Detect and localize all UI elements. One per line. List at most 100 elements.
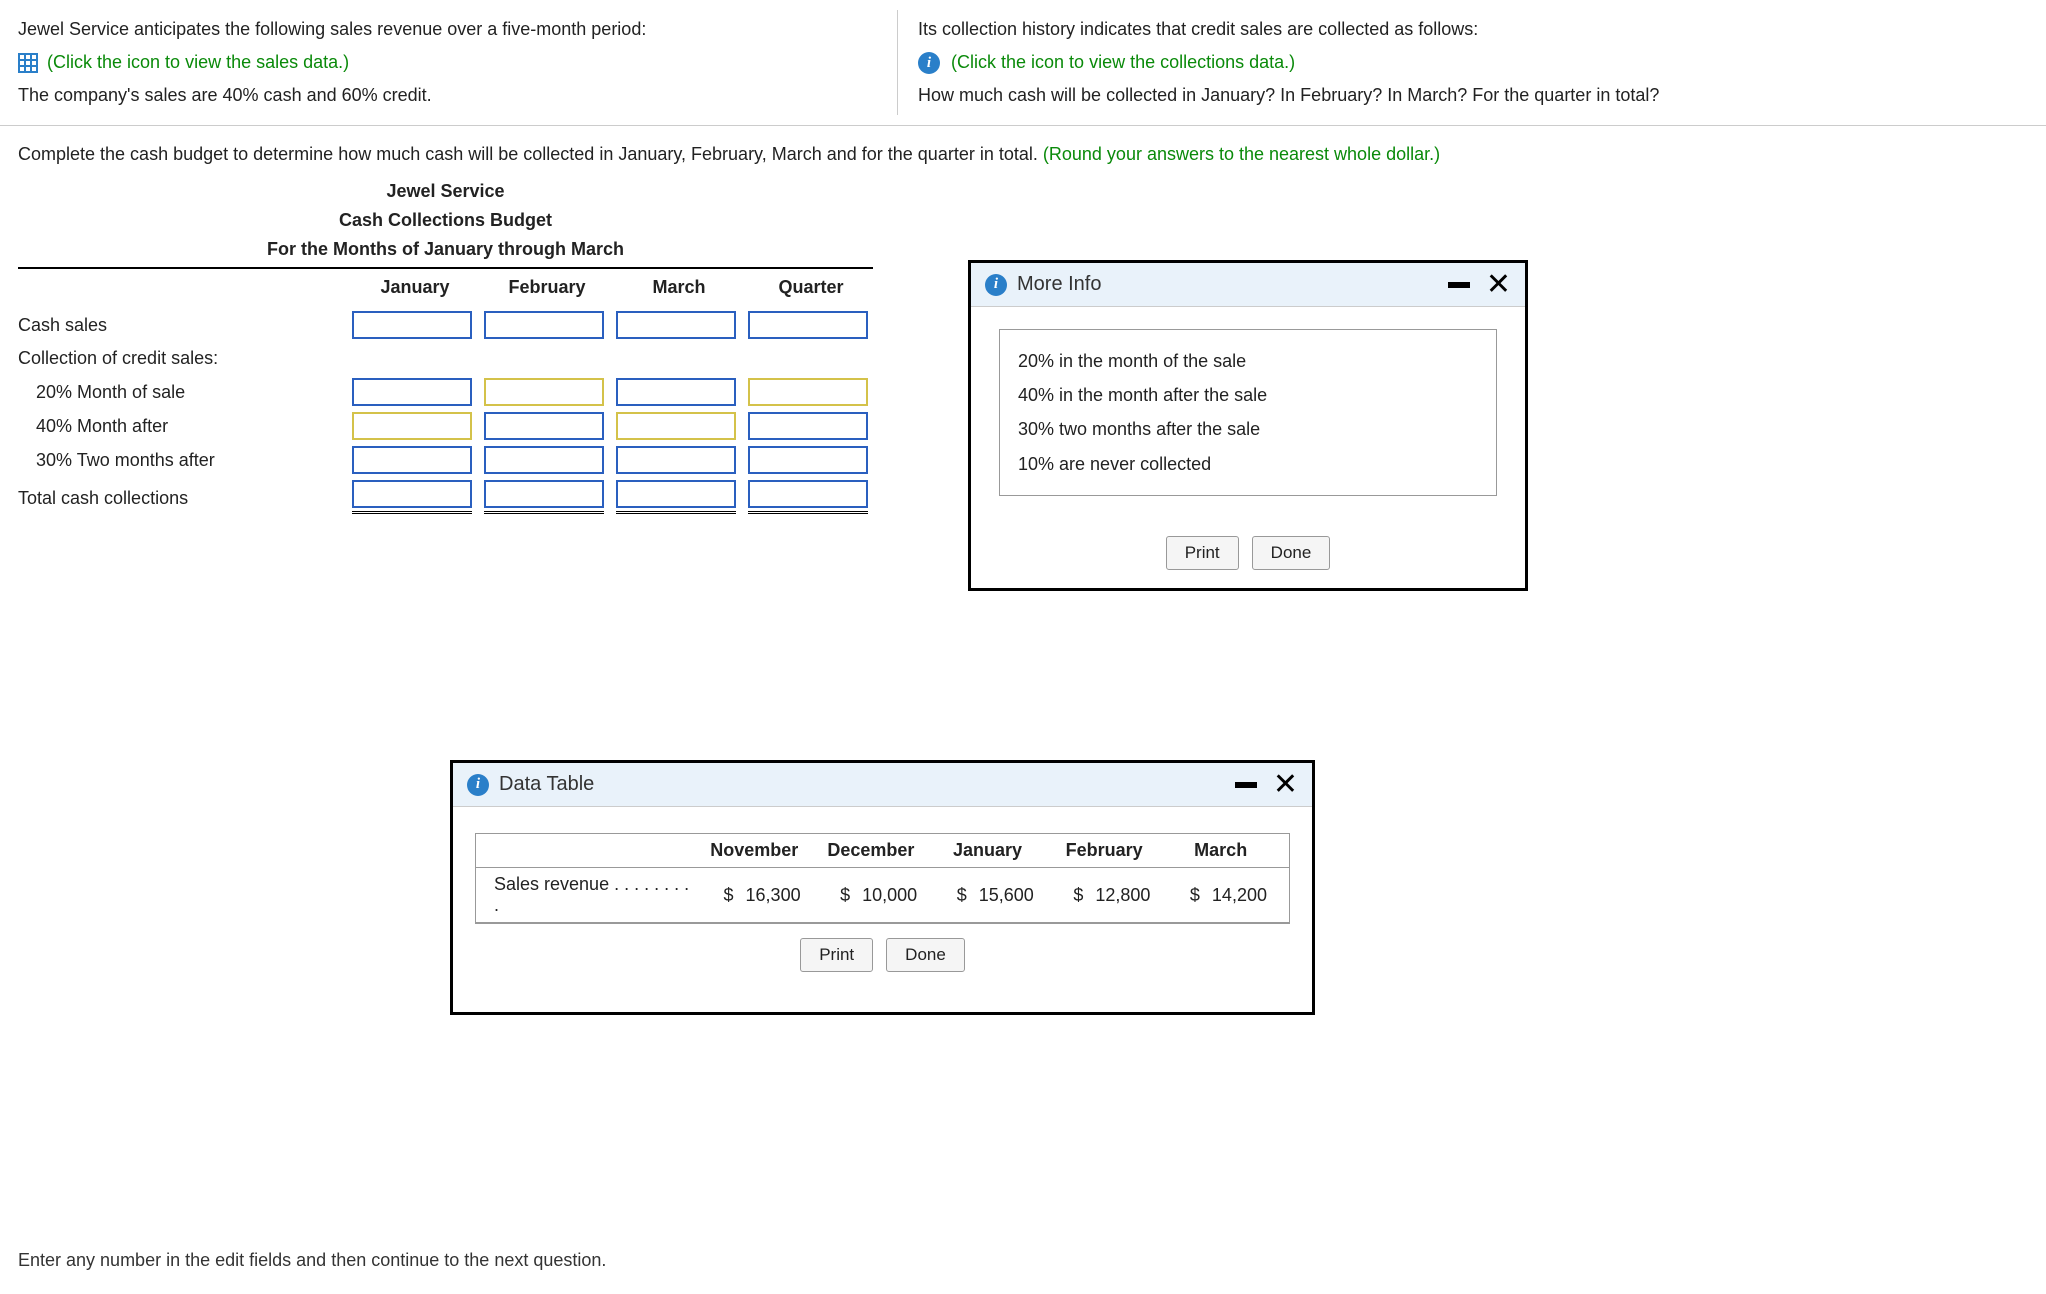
data-table-header: i Data Table ✕ <box>453 763 1312 807</box>
close-icon[interactable]: ✕ <box>1486 274 1511 296</box>
currency-symbol: $ <box>840 885 850 906</box>
rule-line-3: 30% two months after the sale <box>1018 412 1478 446</box>
instruction-hint: (Round your answers to the nearest whole… <box>1043 144 1440 164</box>
more-info-buttons: Print Done <box>971 536 1525 588</box>
anticipates-text: Jewel Service anticipates the following … <box>18 16 877 43</box>
data-table-title: Data Table <box>499 773 594 796</box>
label-30-month: 30% Two months after <box>18 444 348 477</box>
r30-feb-input[interactable] <box>484 446 604 474</box>
r20-qtr-input[interactable] <box>748 378 868 406</box>
print-button[interactable]: Print <box>800 938 873 972</box>
col-march: March <box>614 269 744 308</box>
r20-mar-input[interactable] <box>616 378 736 406</box>
col-december: December <box>813 840 930 861</box>
budget-title-period: For the Months of January through March <box>18 235 873 270</box>
budget-column-headers: January February March Quarter <box>18 269 873 308</box>
total-feb-input[interactable] <box>486 482 602 506</box>
rule-line-1: 20% in the month of the sale <box>1018 344 1478 378</box>
val-nov: 16,300 <box>746 885 801 906</box>
currency-symbol: $ <box>957 885 967 906</box>
more-info-body: 20% in the month of the sale 40% in the … <box>971 307 1525 536</box>
row-30-two-months-after: 30% Two months after <box>18 443 873 477</box>
r40-mar-input[interactable] <box>616 412 736 440</box>
print-button[interactable]: Print <box>1166 536 1239 570</box>
more-info-header: i More Info ✕ <box>971 263 1525 307</box>
budget-title-name: Cash Collections Budget <box>18 206 873 235</box>
data-table-popup: i Data Table ✕ November December January… <box>450 760 1315 1015</box>
cash-sales-feb-input[interactable] <box>484 311 604 339</box>
row-cash-sales: Cash sales <box>18 308 873 342</box>
problem-left-column: Jewel Service anticipates the following … <box>18 10 898 115</box>
val-dec: 10,000 <box>862 885 917 906</box>
cash-collections-budget: Jewel Service Cash Collections Budget Fo… <box>18 177 873 520</box>
question-text: How much cash will be collected in Janua… <box>918 82 2028 109</box>
r30-mar-input[interactable] <box>616 446 736 474</box>
close-icon[interactable]: ✕ <box>1273 774 1298 796</box>
footer-instruction: Enter any number in the edit fields and … <box>18 1250 606 1271</box>
instruction-main: Complete the cash budget to determine ho… <box>18 144 1038 164</box>
total-jan-input[interactable] <box>354 482 470 506</box>
table-row: Sales revenue . . . . . . . . . $16,300 … <box>476 868 1289 923</box>
label-20-month: 20% Month of sale <box>18 376 348 409</box>
label-total: Total cash collections <box>18 482 348 515</box>
collections-rules-box: 20% in the month of the sale 40% in the … <box>999 329 1497 496</box>
row-credit-header: Collection of credit sales: <box>18 342 873 375</box>
rule-line-2: 40% in the month after the sale <box>1018 378 1478 412</box>
table-header-row: November December January February March <box>476 834 1289 868</box>
row-20-month-of-sale: 20% Month of sale <box>18 375 873 409</box>
label-credit-header: Collection of credit sales: <box>18 342 348 375</box>
label-cash-sales: Cash sales <box>18 309 348 342</box>
col-february: February <box>1046 840 1163 861</box>
col-january: January <box>929 840 1046 861</box>
cash-sales-mar-input[interactable] <box>616 311 736 339</box>
info-icon: i <box>467 774 489 796</box>
r40-feb-input[interactable] <box>484 412 604 440</box>
view-sales-data-link[interactable]: (Click the icon to view the sales data.) <box>47 52 349 72</box>
row-total: Total cash collections <box>18 477 873 520</box>
info-icon[interactable]: i <box>918 52 940 74</box>
r20-feb-input[interactable] <box>484 378 604 406</box>
collection-history-text: Its collection history indicates that cr… <box>918 16 2028 43</box>
problem-header: Jewel Service anticipates the following … <box>0 0 2046 126</box>
r30-jan-input[interactable] <box>352 446 472 474</box>
grid-icon[interactable] <box>18 53 38 73</box>
val-feb: 12,800 <box>1095 885 1150 906</box>
cash-sales-jan-input[interactable] <box>352 311 472 339</box>
sales-revenue-table: November December January February March… <box>475 833 1290 924</box>
currency-symbol: $ <box>724 885 734 906</box>
total-qtr-input[interactable] <box>750 482 866 506</box>
col-quarter: Quarter <box>746 269 876 308</box>
more-info-title: More Info <box>1017 273 1101 296</box>
minimize-icon[interactable] <box>1235 782 1257 788</box>
row-40-month-after: 40% Month after <box>18 409 873 443</box>
budget-title: Jewel Service Cash Collections Budget Fo… <box>18 177 873 269</box>
val-mar: 14,200 <box>1212 885 1267 906</box>
col-january: January <box>350 269 480 308</box>
problem-right-column: Its collection history indicates that cr… <box>898 10 2028 115</box>
total-mar-input[interactable] <box>618 482 734 506</box>
done-button[interactable]: Done <box>1252 536 1331 570</box>
cash-credit-split-text: The company's sales are 40% cash and 60%… <box>18 82 877 109</box>
minimize-icon[interactable] <box>1448 282 1470 288</box>
row-label-sales-revenue: Sales revenue . . . . . . . . . <box>486 874 696 916</box>
r40-jan-input[interactable] <box>352 412 472 440</box>
currency-symbol: $ <box>1190 885 1200 906</box>
rule-line-4: 10% are never collected <box>1018 447 1478 481</box>
col-november: November <box>696 840 813 861</box>
val-jan: 15,600 <box>979 885 1034 906</box>
done-button[interactable]: Done <box>886 938 965 972</box>
budget-title-company: Jewel Service <box>18 177 873 206</box>
instruction-line: Complete the cash budget to determine ho… <box>18 144 2028 165</box>
r30-qtr-input[interactable] <box>748 446 868 474</box>
info-icon: i <box>985 274 1007 296</box>
data-table-buttons: Print Done <box>475 938 1290 990</box>
r20-jan-input[interactable] <box>352 378 472 406</box>
data-table-body: November December January February March… <box>453 807 1312 1012</box>
r40-qtr-input[interactable] <box>748 412 868 440</box>
cash-sales-qtr-input[interactable] <box>748 311 868 339</box>
label-40-month: 40% Month after <box>18 410 348 443</box>
currency-symbol: $ <box>1073 885 1083 906</box>
col-february: February <box>482 269 612 308</box>
view-collections-data-link[interactable]: (Click the icon to view the collections … <box>951 52 1295 72</box>
more-info-popup: i More Info ✕ 20% in the month of the sa… <box>968 260 1528 591</box>
